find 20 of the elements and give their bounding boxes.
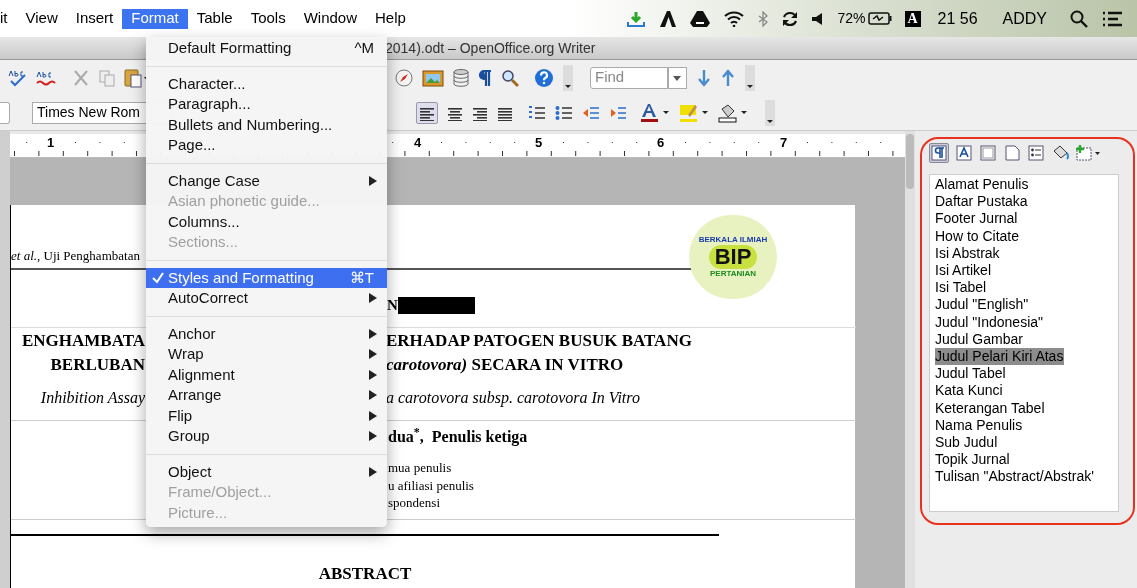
- abstract-heading: ABSTRACT: [318, 563, 412, 585]
- logo-text: BIP: [708, 245, 758, 269]
- battery-percentage: 72%: [837, 9, 866, 28]
- affiliation-text: spondensi: [388, 494, 441, 512]
- shortcut-text: ⌘T: [349, 267, 375, 288]
- logo-top-text: BERKALA ILMIAH: [698, 235, 768, 245]
- logo-bottom-text: PERTANIAN: [709, 269, 757, 279]
- section-heading: N: [387, 297, 398, 314]
- affiliation-text: u afiliasi penulis: [388, 476, 475, 494]
- window-title: 2014).odt – OpenOffice.org Writer: [385, 38, 596, 58]
- shortcut-text: ^M: [354, 38, 375, 58]
- author-names: dua$^{*}$, Penulis ketiga: [388, 425, 528, 448]
- english-title-text: Inhibition Assay: [40, 388, 145, 409]
- title-text: carotovora) SECARA IN VITRO: [386, 354, 624, 377]
- title-text: ERHADAP PATOGEN BUSUK BATANG: [386, 330, 692, 353]
- english-title-text: a carotovora subsp. carotovora In Vitro: [386, 388, 640, 409]
- title-text: ENGHAMBATA: [21, 330, 145, 353]
- title-text: BERLUBAN: [50, 354, 145, 377]
- running-header: et al., Uji Penghambatan: [11, 248, 140, 263]
- affiliation-text: mua penulis: [388, 459, 453, 477]
